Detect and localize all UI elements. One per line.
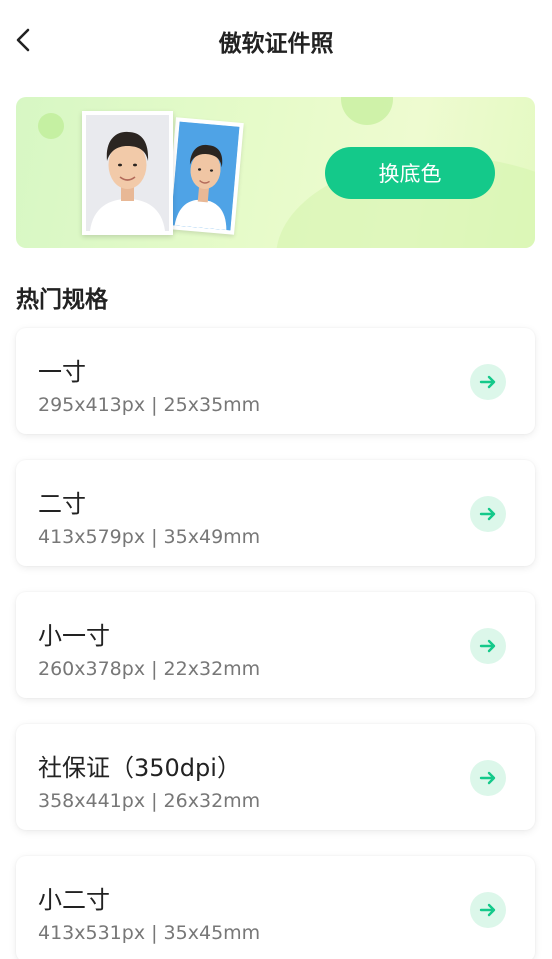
spec-size: 295x413px | 25x35mm <box>38 394 261 416</box>
portrait-illustration <box>170 121 240 231</box>
spec-card[interactable]: 二寸 413x579px | 35x49mm <box>16 460 535 566</box>
banner-decoration <box>341 97 393 125</box>
spec-name: 小二寸 <box>38 886 110 914</box>
sample-photo-white <box>82 111 173 235</box>
arrow-right-icon <box>479 375 496 389</box>
arrow-right-icon <box>479 507 496 521</box>
spec-name: 一寸 <box>38 358 86 386</box>
arrow-right-icon[interactable] <box>470 364 506 400</box>
spec-card[interactable]: 社保证（350dpi） 358x441px | 26x32mm <box>16 724 535 830</box>
spec-list: 一寸 295x413px | 25x35mm 二寸 413x579px | 35… <box>16 328 535 959</box>
app-screen: 傲软证件照 换底色 热门规格 一寸 295x413px | 25x35mm 二寸… <box>0 0 552 959</box>
spec-size: 260x378px | 22x32mm <box>38 658 261 680</box>
spec-name: 小一寸 <box>38 622 110 650</box>
spec-size: 413x579px | 35x49mm <box>38 526 261 548</box>
spec-card[interactable]: 小一寸 260x378px | 22x32mm <box>16 592 535 698</box>
arrow-right-icon[interactable] <box>470 628 506 664</box>
banner-decoration <box>38 113 64 139</box>
sample-photo-blue <box>166 117 244 235</box>
spec-size: 413x531px | 35x45mm <box>38 922 261 944</box>
arrow-right-icon[interactable] <box>470 496 506 532</box>
header: 傲软证件照 <box>0 0 552 84</box>
spec-card[interactable]: 小二寸 413x531px | 35x45mm <box>16 856 535 959</box>
arrow-right-icon <box>479 639 496 653</box>
spec-size: 358x441px | 26x32mm <box>38 790 261 812</box>
portrait-illustration <box>86 115 169 231</box>
change-background-button[interactable]: 换底色 <box>325 147 495 199</box>
spec-name: 社保证（350dpi） <box>38 754 241 782</box>
spec-name: 二寸 <box>38 490 86 518</box>
section-title: 热门规格 <box>16 287 108 313</box>
arrow-right-icon <box>479 903 496 917</box>
spec-card[interactable]: 一寸 295x413px | 25x35mm <box>16 328 535 434</box>
page-title: 傲软证件照 <box>218 31 334 57</box>
change-background-banner[interactable]: 换底色 <box>16 97 535 248</box>
arrow-right-icon[interactable] <box>470 892 506 928</box>
arrow-right-icon <box>479 771 496 785</box>
arrow-right-icon[interactable] <box>470 760 506 796</box>
